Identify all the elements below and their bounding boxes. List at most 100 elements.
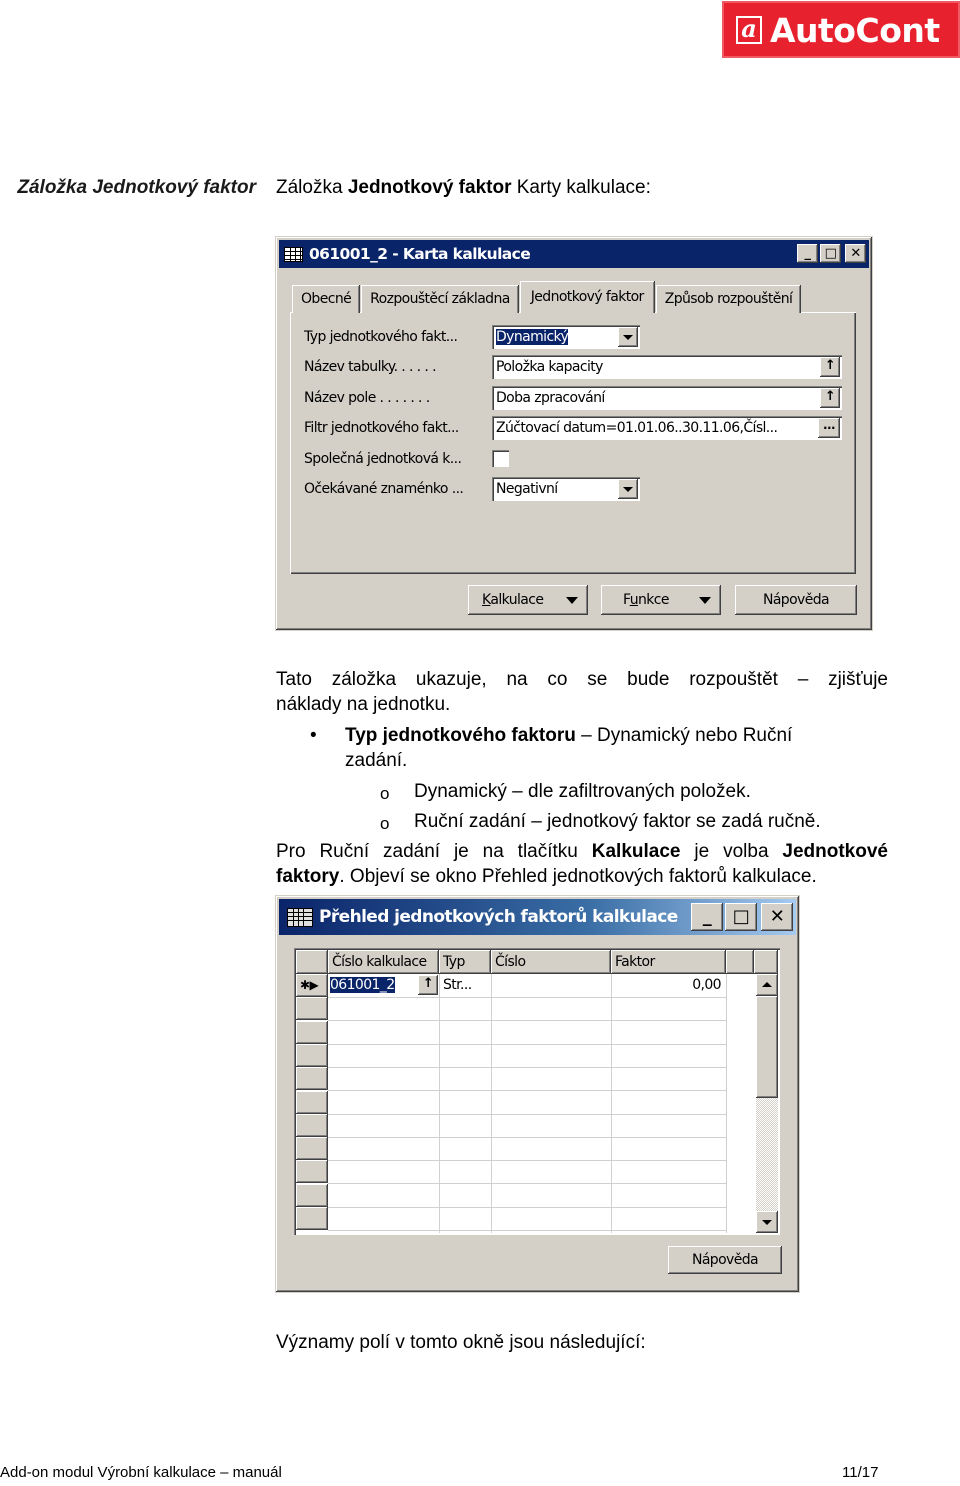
tab-jednotkovy-faktor[interactable]: Jednotkový faktor xyxy=(519,281,654,313)
column-header-typ[interactable]: Typ xyxy=(439,950,491,974)
intro-text: Záložka Jednotkový faktor Karty kalkulac… xyxy=(276,175,651,200)
cell-typ[interactable]: Str... xyxy=(443,974,472,997)
caret-down-icon xyxy=(566,597,578,604)
card-window-titlebar[interactable]: 061001_2 - Karta kalkulace _ □ ✕ xyxy=(279,240,869,268)
row-selector[interactable] xyxy=(296,1183,328,1207)
paragraph-1-line2: náklady na jednotku. xyxy=(276,694,451,715)
lookup-arrow-icon[interactable]: ↑ xyxy=(820,357,840,377)
funkce-button[interactable]: Funkce xyxy=(601,585,721,615)
grid-line xyxy=(328,1043,726,1045)
row-selector[interactable] xyxy=(296,997,328,1021)
row-selector[interactable] xyxy=(296,1113,328,1137)
cell-faktor[interactable]: 0,00 xyxy=(611,974,721,997)
sub-bullet-icon: o xyxy=(380,784,390,803)
field-nazev-pole: Název pole . . . . . . . Doba zpracování… xyxy=(304,386,844,410)
overview-window: Přehled jednotkových faktorů kalkulace _… xyxy=(275,895,800,1293)
field-typ-jednotkoveho-faktoru: Typ jednotkového fakt... Dynamický xyxy=(304,325,844,349)
button-label: Kalkulace xyxy=(482,585,544,615)
minimize-button[interactable]: _ xyxy=(691,903,723,931)
grid-line xyxy=(328,1136,726,1138)
nazev-pole-input[interactable]: Doba zpracování ↑ xyxy=(492,386,842,410)
p2-bold1: Kalkulace xyxy=(591,841,681,862)
scroll-thumb[interactable] xyxy=(756,996,778,1098)
chevron-down-icon[interactable] xyxy=(618,479,638,499)
scroll-header xyxy=(754,950,778,974)
filtr-input[interactable]: Zúčtovací datum=01.01.06..30.11.06,Čísl.… xyxy=(492,416,842,440)
bullet-line2: zadání. xyxy=(345,750,408,771)
window-title: Přehled jednotkových faktorů kalkulace xyxy=(319,907,678,927)
scroll-up-icon[interactable] xyxy=(756,974,778,996)
row-selector[interactable] xyxy=(296,1020,328,1044)
lookup-arrow-icon[interactable]: ↑ xyxy=(418,975,438,995)
tab-panel xyxy=(290,312,856,574)
row-selector[interactable] xyxy=(296,1067,328,1091)
p2-bold2: Jednotkové xyxy=(782,841,888,862)
row-selector[interactable] xyxy=(296,1207,328,1230)
table-icon xyxy=(287,908,313,927)
cell-value: 061001_2 xyxy=(330,977,395,993)
bullet-bold: Typ jednotkového faktoru xyxy=(345,725,576,746)
field-value: Negativní xyxy=(496,481,558,497)
tab-obecne[interactable]: Obecné xyxy=(292,285,360,313)
bullet-text: – Dynamický nebo Ruční xyxy=(575,725,793,746)
intro-suffix: Karty kalkulace: xyxy=(511,177,651,198)
typ-dropdown[interactable]: Dynamický xyxy=(492,325,640,349)
row-selector[interactable] xyxy=(296,1160,328,1184)
grid-line xyxy=(611,974,612,1233)
card-window: 061001_2 - Karta kalkulace _ □ ✕ Obecné … xyxy=(275,236,873,631)
row-selector[interactable] xyxy=(296,1043,328,1067)
grid-line xyxy=(328,1090,726,1092)
znamenko-dropdown[interactable]: Negativní xyxy=(492,477,640,501)
tab-rozpousteci-zakladna[interactable]: Rozpouštěcí základna xyxy=(361,285,518,313)
logo-text: AutoCont xyxy=(770,11,940,50)
cell-cislo-kalkulace[interactable]: 061001_2 ↑ xyxy=(330,974,438,997)
column-header-cislo-kalkulace[interactable]: Číslo kalkulace xyxy=(328,950,439,974)
vertical-scrollbar[interactable] xyxy=(756,974,778,1233)
label-rest: nkce xyxy=(637,592,670,608)
closing-text: Významy polí v tomto okně jsou následují… xyxy=(276,1332,646,1353)
row-selector[interactable] xyxy=(296,1090,328,1114)
sub-bullet-icon: o xyxy=(380,814,390,833)
nazev-tabulky-input[interactable]: Položka kapacity ↑ xyxy=(492,355,842,379)
field-label: Název pole . . . . . . . xyxy=(304,390,430,406)
minimize-button[interactable]: _ xyxy=(797,244,818,263)
footer-title: Add-on modul Výrobní kalkulace – manuál xyxy=(0,1464,282,1481)
field-value: Dynamický xyxy=(496,329,569,345)
grid-line xyxy=(726,974,727,1233)
row-selector[interactable] xyxy=(296,1137,328,1161)
bullet-icon: • xyxy=(310,725,317,746)
napoveda-button[interactable]: Nápověda xyxy=(668,1246,782,1274)
accel-u: u xyxy=(629,592,639,608)
field-label: Společná jednotková k... xyxy=(304,451,462,467)
close-button[interactable]: ✕ xyxy=(761,903,793,931)
grid-line xyxy=(328,1066,726,1068)
button-label: Funkce xyxy=(623,585,669,615)
page-number: 11/17 xyxy=(842,1464,879,1481)
tab-strip: Obecné Rozpouštěcí základna Jednotkový f… xyxy=(292,281,802,313)
tab-zpusob-rozpousteni[interactable]: Způsob rozpouštění xyxy=(655,285,801,313)
maximize-button[interactable]: □ xyxy=(820,244,841,263)
assist-edit-icon[interactable]: ... xyxy=(818,418,840,438)
field-value: Položka kapacity xyxy=(496,359,603,375)
p2-part3: . Objeví se okno Přehled jednotkových fa… xyxy=(339,866,817,887)
autocont-logo: a AutoCont xyxy=(722,1,960,58)
napoveda-button[interactable]: Nápověda xyxy=(735,585,857,615)
intro-bold: Jednotkový faktor xyxy=(347,177,512,198)
field-value: Doba zpracování xyxy=(496,390,605,406)
field-label: Očekávané znaménko ... xyxy=(304,481,464,497)
close-button[interactable]: ✕ xyxy=(845,244,866,263)
spolecna-checkbox[interactable] xyxy=(492,450,509,467)
column-header-faktor[interactable]: Faktor xyxy=(611,950,726,974)
field-spolecna-jednotkova: Společná jednotková k... xyxy=(304,447,844,471)
scroll-down-icon[interactable] xyxy=(756,1211,778,1233)
intro-prefix: Záložka xyxy=(276,177,348,198)
kalkulace-button[interactable]: Kalkulace xyxy=(468,585,588,615)
grid-line xyxy=(328,1160,726,1162)
overview-window-titlebar[interactable]: Přehled jednotkových faktorů kalkulace _… xyxy=(279,899,796,935)
maximize-button[interactable]: □ xyxy=(725,903,757,931)
lookup-arrow-icon[interactable]: ↑ xyxy=(820,388,840,408)
logo-mark-icon: a xyxy=(736,16,762,44)
column-header-cislo[interactable]: Číslo xyxy=(491,950,611,974)
p2-part2: je volba xyxy=(680,841,783,862)
chevron-down-icon[interactable] xyxy=(618,327,638,347)
